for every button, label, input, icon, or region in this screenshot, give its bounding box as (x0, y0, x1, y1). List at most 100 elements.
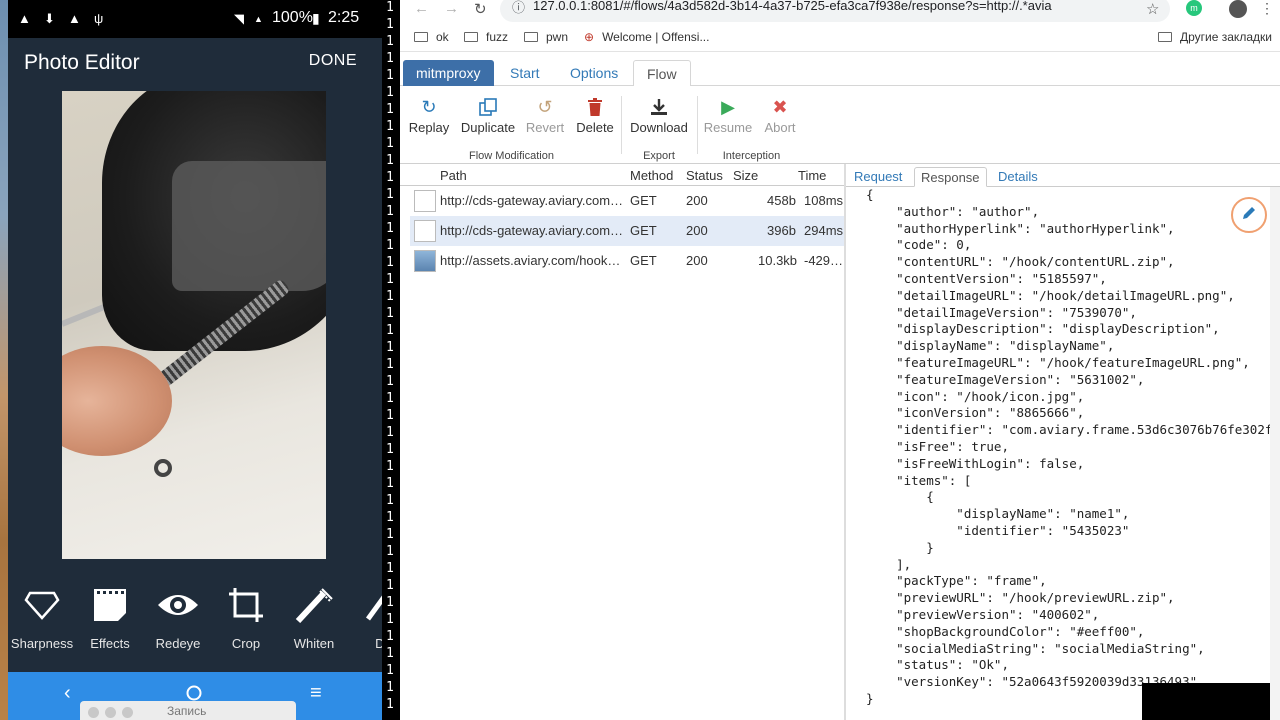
tool-draw[interactable]: Dr (348, 580, 382, 651)
tab-start[interactable]: Start (497, 60, 553, 86)
flow-method: GET (630, 193, 657, 208)
other-bookmarks[interactable]: Другие закладки (1158, 30, 1272, 44)
scrollbar[interactable] (1270, 187, 1280, 720)
column-size[interactable]: Size (733, 168, 758, 183)
forward-arrow-icon[interactable]: → (444, 0, 459, 17)
tool-effects[interactable]: Effects (76, 580, 144, 651)
delete-button[interactable]: Delete (575, 94, 615, 135)
terminal-line: 1 (386, 408, 394, 423)
terminal-line: 1 (386, 595, 394, 610)
recording-window[interactable]: Запись (80, 701, 296, 720)
tab-response[interactable]: Response (914, 167, 987, 187)
terminal-line: 1 (386, 663, 394, 678)
done-button[interactable]: DONE (309, 52, 357, 70)
bookmark-label: pwn (546, 30, 569, 44)
column-method[interactable]: Method (630, 168, 673, 183)
bookmark-label: ok (436, 30, 449, 44)
response-body-viewer[interactable]: { "author": "author", "authorHyperlink":… (846, 187, 1280, 720)
signal-icon: ▲ (254, 14, 263, 24)
usb-icon: ψ (94, 11, 104, 26)
tool-label: Redeye (155, 636, 201, 651)
url-input[interactable]: 127.0.0.1:8081/#/flows/4a3d582d-3b14-4a3… (533, 0, 1052, 13)
terminal-line: 1 (386, 221, 394, 236)
group-label: Export (643, 150, 675, 162)
tool-whiten[interactable]: Whiten (280, 580, 348, 651)
duplicate-button[interactable]: Duplicate (460, 94, 516, 135)
flow-time: 108ms (804, 193, 844, 208)
abort-button[interactable]: ✖ Abort (760, 94, 800, 136)
back-icon[interactable]: ‹ (64, 682, 71, 705)
brush-icon (280, 580, 348, 630)
terminal-line: 1 (386, 153, 394, 168)
bookmark-star-icon[interactable]: ☆ (1146, 0, 1159, 18)
tool-sharpness[interactable]: Sharpness (8, 580, 76, 651)
replay-button[interactable]: ↻ Replay (408, 94, 450, 136)
browser-menu-icon[interactable]: ⋮ (1260, 0, 1274, 17)
target-icon: ⊕ (584, 30, 595, 44)
table-row[interactable]: http://assets.aviary.com/hook… GET 200 1… (410, 246, 844, 276)
extension-icon[interactable]: m (1186, 0, 1202, 16)
flow-table-header: Path Method Status Size Time (400, 164, 844, 186)
zoom-dot[interactable] (122, 707, 133, 718)
tab-details[interactable]: Details (992, 167, 1044, 187)
terminal-line: 1 (386, 0, 394, 15)
photo-content (172, 161, 326, 291)
terminal-line: 1 (386, 51, 394, 66)
terminal-line: 1 (386, 102, 394, 117)
terminal-line: 1 (386, 255, 394, 270)
edit-button[interactable] (1231, 197, 1267, 233)
profile-avatar[interactable] (1229, 0, 1247, 18)
replay-icon: ↻ (421, 96, 437, 117)
browser-window: ← → ↻ ⓘ 127.0.0.1:8081/#/flows/4a3d582d-… (400, 0, 1280, 720)
close-dot[interactable] (88, 707, 99, 718)
terminal-line: 1 (386, 527, 394, 542)
file-icon (414, 190, 436, 212)
tool-crop[interactable]: Crop (212, 580, 280, 651)
flow-path: http://cds-gateway.aviary.com… (440, 223, 624, 238)
flow-time: 294ms (804, 223, 844, 238)
column-time[interactable]: Time (798, 168, 826, 183)
terminal-line: 1 (386, 204, 394, 219)
menu-icon[interactable]: ≡ (310, 682, 322, 705)
bookmark-pwn[interactable]: pwn (524, 30, 568, 44)
minimize-dot[interactable] (105, 707, 116, 718)
group-label: Interception (722, 150, 781, 162)
mitmproxy-tabs: mitmproxy Start Options Flow (400, 60, 1280, 87)
tab-flow[interactable]: Flow (633, 60, 691, 87)
terminal-line: 1 (386, 272, 394, 287)
column-status[interactable]: Status (686, 168, 723, 183)
play-icon: ▶ (721, 96, 735, 117)
tab-options[interactable]: Options (557, 60, 631, 86)
bookmark-welcome[interactable]: ⊕ Welcome | Offensi... (584, 30, 709, 44)
column-path[interactable]: Path (440, 168, 467, 183)
download-icon: ⬇ (44, 11, 55, 26)
tool-label: Whiten (293, 636, 335, 651)
app-title: Photo Editor (24, 51, 140, 74)
photo-canvas[interactable] (62, 91, 326, 559)
reload-icon[interactable]: ↻ (474, 0, 487, 18)
bookmark-fuzz[interactable]: fuzz (464, 30, 508, 44)
download-label: Download (630, 120, 688, 135)
tab-mitmproxy[interactable]: mitmproxy (403, 60, 494, 86)
flow-status: 200 (686, 253, 708, 268)
duplicate-icon (460, 94, 516, 120)
table-row[interactable]: http://cds-gateway.aviary.com… GET 200 3… (410, 216, 844, 246)
terminal-line: 1 (386, 680, 394, 695)
window-controls (88, 705, 139, 720)
bookmark-ok[interactable]: ok (414, 30, 449, 44)
tool-label: Crop (231, 636, 261, 651)
table-row[interactable]: http://cds-gateway.aviary.com… GET 200 4… (410, 186, 844, 216)
download-button[interactable]: Download (628, 94, 690, 135)
tool-redeye[interactable]: Redeye (144, 580, 212, 651)
terminal-line: 1 (386, 68, 394, 83)
tab-request[interactable]: Request (848, 167, 908, 187)
info-icon[interactable]: ⓘ (512, 0, 525, 16)
revert-button[interactable]: ↺ Revert (525, 94, 565, 136)
folder-icon (1158, 32, 1172, 42)
bookmark-label: Другие закладки (1180, 30, 1272, 44)
url-box[interactable]: ⓘ 127.0.0.1:8081/#/flows/4a3d582d-3b14-4… (500, 0, 1170, 22)
back-arrow-icon[interactable]: ← (414, 0, 429, 17)
resume-button[interactable]: ▶ Resume (703, 94, 753, 136)
terminal-line: 1 (386, 340, 394, 355)
terminal-line: 1 (386, 374, 394, 389)
